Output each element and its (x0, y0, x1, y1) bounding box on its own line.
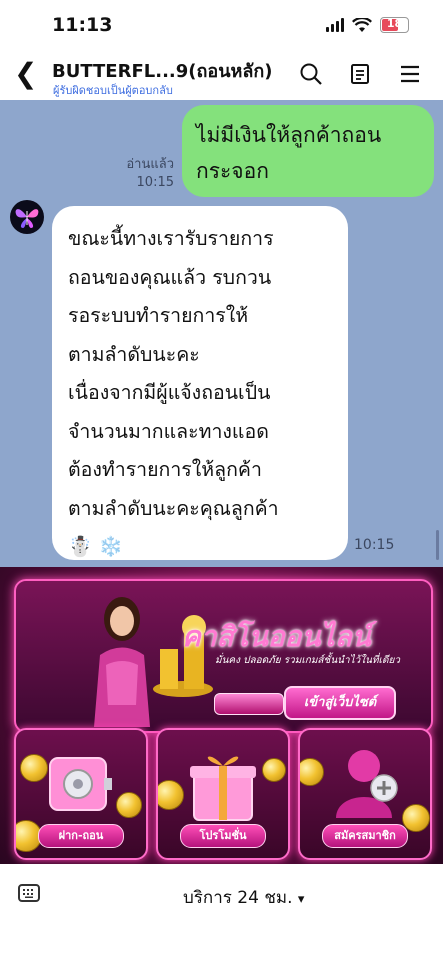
promotion-tile[interactable]: โปรโมชั่น (156, 728, 290, 860)
bottom-bar: บริการ 24 ชม. ▾ (0, 864, 443, 960)
incoming-message-text: ขณะนี้ทางเรารับรายการ ถอนของคุณแล้ว รบกว… (68, 227, 279, 558)
incoming-time: 10:15 (354, 537, 395, 553)
incoming-message-bubble[interactable]: ขณะนี้ทางเรารับรายการ ถอนของคุณแล้ว รบกว… (52, 206, 348, 560)
back-icon[interactable]: ❮ (14, 60, 37, 88)
scrollbar[interactable] (436, 530, 439, 560)
chevron-down-icon: ▾ (297, 892, 305, 907)
avatar[interactable] (10, 200, 44, 234)
chat-area[interactable]: ไม่มีเงินให้ลูกค้าถอน กระจอก อ่านแล้ว 10… (0, 100, 443, 567)
chat-header: ❮ BUTTERFL...9(ถอนหลัก) ผู้รับผิดชอบเป็น… (0, 48, 443, 100)
casino-banner-frame[interactable]: คาสิโนออนไลน์ มั่นคง ปลอดภัย รวมเกมส์ชั้… (14, 579, 433, 733)
service-label: บริการ 24 ชม. (183, 888, 293, 908)
deposit-withdraw-label: ฝาก-ถอน (38, 824, 124, 848)
search-icon[interactable] (299, 62, 323, 86)
rich-menu-toggle[interactable]: บริการ 24 ชม. ▾ (183, 884, 304, 911)
message-meta: อ่านแล้ว 10:15 (126, 156, 174, 192)
butterfly-icon (15, 209, 39, 228)
enter-website-button[interactable]: เข้าสู่เว็บไซต์ (284, 686, 396, 720)
status-time: 11:13 (52, 14, 113, 36)
outgoing-message-bubble[interactable]: ไม่มีเงินให้ลูกค้าถอน กระจอก (182, 105, 434, 197)
keyboard-icon[interactable] (18, 884, 40, 902)
gift-icon (190, 756, 256, 821)
notes-icon[interactable] (348, 62, 372, 86)
status-bar: 11:13 18 (0, 0, 443, 48)
promotion-label: โปรโมชั่น (180, 824, 266, 848)
signal-icon (326, 18, 344, 32)
outgoing-message-text: ไม่มีเงินให้ลูกค้าถอน กระจอก (196, 123, 382, 183)
register-label: สมัครสมาชิก (322, 824, 408, 848)
brand-logo (214, 693, 284, 715)
chat-subtitle: ผู้รับผิดชอบเป็นผู้ตอบกลับ (53, 84, 173, 97)
banner-subtitle: มั่นคง ปลอดภัย รวมเกมส์ชั้นนำไว้ในที่เดี… (215, 655, 400, 666)
wifi-icon (352, 17, 372, 32)
menu-icon[interactable] (398, 62, 422, 86)
read-receipt: อ่านแล้ว (126, 157, 174, 172)
register-tile[interactable]: สมัครสมาชิก (298, 728, 432, 860)
outgoing-time: 10:15 (136, 175, 174, 190)
battery-level: 18 (386, 17, 403, 30)
rich-menu-banner[interactable]: คาสิโนออนไลน์ มั่นคง ปลอดภัย รวมเกมส์ชั้… (0, 567, 443, 864)
add-user-icon (336, 750, 398, 818)
battery-icon: 18 (380, 17, 409, 33)
deposit-withdraw-tile[interactable]: ฝาก-ถอน (14, 728, 148, 860)
status-icons: 18 (326, 17, 409, 33)
safe-icon (49, 757, 112, 811)
